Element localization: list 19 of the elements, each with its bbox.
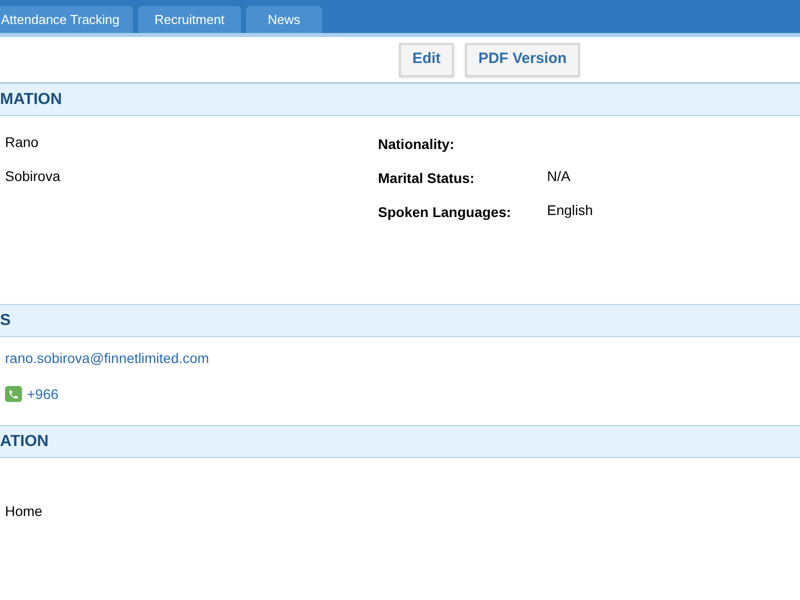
field-value: English [547, 200, 593, 220]
nav-tab[interactable]: Attendance Tracking [0, 6, 133, 33]
section-header: S [0, 304, 800, 337]
edit-button[interactable]: Edit [399, 42, 454, 76]
phone-icon [5, 386, 22, 402]
nav-tab[interactable]: News [246, 6, 322, 33]
email-link[interactable]: rano.sobirova@finnetlimited.com [5, 348, 210, 368]
phone-link[interactable]: +966 [27, 384, 59, 404]
field-label: Marital Status: [378, 168, 476, 188]
field-value: Rano [5, 132, 38, 152]
field-value: N/A [547, 166, 570, 186]
field-label: Nationality: [378, 134, 456, 154]
pdf-button[interactable]: PDF Version [465, 42, 580, 76]
section-header: MATION [0, 83, 800, 116]
nav-tab[interactable]: Recruitment [138, 6, 241, 33]
field-value: Home [5, 502, 42, 520]
field-value: Sobirova [5, 166, 60, 186]
field-label: Spoken Languages: [378, 202, 512, 222]
section-header: ATION [0, 425, 800, 458]
